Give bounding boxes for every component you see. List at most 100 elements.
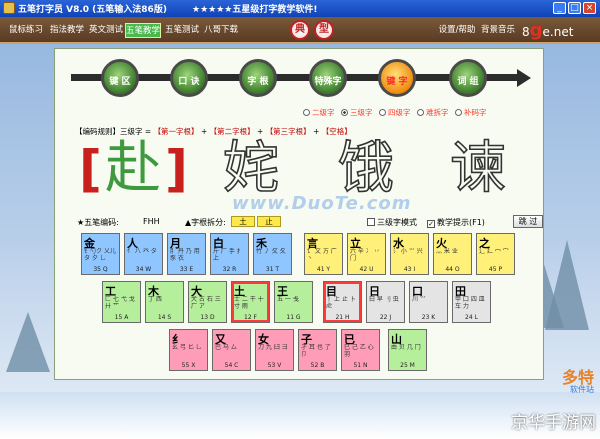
current-bracket-open: [ bbox=[79, 140, 102, 198]
key-radicals: 幺 弓 匕 乚 bbox=[172, 344, 202, 351]
nav-button-special[interactable]: 特殊字 bbox=[309, 59, 347, 97]
minimize-button[interactable]: _ bbox=[553, 2, 566, 14]
key[interactable]: 白斤 厂 手 扌 上 32 R bbox=[210, 233, 249, 275]
radio-level-2[interactable]: 二级字 bbox=[303, 107, 335, 118]
menu-wubi-teach[interactable]: 五笔教学 bbox=[125, 23, 161, 38]
key-radicals: 丨 上 止 卜 虍 bbox=[326, 296, 356, 310]
key-code: 43 I bbox=[403, 266, 416, 273]
key[interactable]: 禾竹 丿 攵 夂 31 T bbox=[253, 233, 292, 275]
radio-level-3[interactable]: 三级字 bbox=[341, 107, 373, 118]
key-radicals: 士 二 干 十 寸 雨 bbox=[234, 296, 264, 310]
key-code: 51 N bbox=[353, 362, 368, 369]
key-radicals: 氵 小 ⺌ 兴 bbox=[393, 248, 423, 255]
menu-download[interactable]: 八哥下载 bbox=[203, 23, 239, 38]
key-code: 35 Q bbox=[93, 266, 108, 273]
key-radicals: 斤 厂 手 扌 上 bbox=[213, 248, 243, 262]
key-radicals: 刀 九 臼 彐 bbox=[258, 344, 288, 351]
next-char: 饿 bbox=[337, 136, 395, 202]
key[interactable]: 日曰 早 刂 虫 22 J bbox=[366, 281, 405, 323]
radio-hard[interactable]: 难拆字 bbox=[417, 107, 449, 118]
next-char: 姹 bbox=[222, 136, 280, 202]
key-radicals: 竹 丿 攵 夂 bbox=[256, 248, 286, 255]
current-char: 赴 bbox=[105, 136, 161, 201]
key[interactable]: 木丁 西 14 S bbox=[145, 281, 184, 323]
ribbon-arrow-icon bbox=[517, 69, 531, 87]
code-value: FHH bbox=[143, 217, 160, 226]
key-radicals: 讠 文 方 广 丶 bbox=[307, 248, 337, 262]
key[interactable]: 大犬 古 石 三 厂 ア 13 D bbox=[188, 281, 227, 323]
key[interactable]: 土士 二 干 十 寸 雨 12 F bbox=[231, 281, 270, 323]
app-icon bbox=[3, 2, 15, 14]
menu-bgm[interactable]: 背景音乐 bbox=[480, 23, 516, 38]
menu-mouse-practice[interactable]: 鼠标练习 bbox=[8, 23, 44, 38]
key-radicals: 丁 西 bbox=[148, 296, 162, 303]
nav-button-mnemonic[interactable]: 口 诀 bbox=[170, 59, 208, 97]
radio-supplement[interactable]: 补码字 bbox=[455, 107, 487, 118]
key-code: 25 M bbox=[400, 362, 415, 369]
key[interactable]: 田甲 囗 四 皿 车 力 24 L bbox=[452, 281, 491, 323]
key-radicals: 六 辛 冫 丷 门 bbox=[350, 248, 380, 262]
key[interactable]: 月⺼ 丹 乃 用 豕 衣 33 E bbox=[167, 233, 206, 275]
key[interactable]: 言讠 文 方 广 丶 41 Y bbox=[304, 233, 343, 275]
maximize-button[interactable]: □ bbox=[568, 2, 581, 14]
key-radicals: 巳 己 乙 心 羽 bbox=[344, 344, 374, 358]
radical-box: 土 bbox=[231, 216, 255, 227]
key[interactable]: 又巴 马 厶 54 C bbox=[212, 329, 251, 371]
site-watermark: www.DuoTe.com bbox=[232, 193, 412, 214]
key[interactable]: 王五 一 戋 11 G bbox=[274, 281, 313, 323]
key-code: 54 C bbox=[224, 362, 239, 369]
corner-site: 京华手游网 bbox=[511, 413, 596, 433]
menu-english-test[interactable]: 英文测试 bbox=[88, 23, 124, 38]
key[interactable]: 之辶 廴 冖 宀 45 P bbox=[476, 233, 515, 275]
hint-checkbox[interactable]: ✓ 教学提示(F1) bbox=[427, 217, 485, 228]
key[interactable]: 山由 贝 几 冂 25 M bbox=[388, 329, 427, 371]
key[interactable]: 子孑 耳 也 了 卩 52 B bbox=[298, 329, 337, 371]
key-radicals: 甲 囗 四 皿 车 力 bbox=[455, 296, 485, 310]
menu-fingering[interactable]: 指法教学 bbox=[49, 23, 85, 38]
key-radicals: 五 一 戋 bbox=[277, 296, 299, 303]
radio-level-4[interactable]: 四级字 bbox=[379, 107, 411, 118]
badge-xing: 型 bbox=[314, 20, 334, 40]
key-radicals: 亻 八 癶 タ bbox=[127, 248, 157, 255]
key-code: 12 F bbox=[244, 314, 257, 321]
key[interactable]: 女刀 九 臼 彐 53 V bbox=[255, 329, 294, 371]
key[interactable]: 已巳 己 乙 心 羽 51 N bbox=[341, 329, 380, 371]
nav-button-radicals[interactable]: 字 根 bbox=[239, 59, 277, 97]
key-radicals: 巴 马 厶 bbox=[215, 344, 237, 351]
key[interactable]: 立六 辛 冫 丷 门 42 U bbox=[347, 233, 386, 275]
key[interactable]: 人亻 八 癶 タ 34 W bbox=[124, 233, 163, 275]
mode-checkbox[interactable]: 三级字模式 bbox=[367, 217, 417, 228]
info-row: ★五笔编码: FHH ▲字根拆分: 土 止 三级字模式 ✓ 教学提示(F1) 跳 … bbox=[75, 215, 543, 230]
corner-watermark: 多特 软件站 京华手游网 bbox=[504, 362, 598, 436]
key[interactable]: 火灬 米 业 44 O bbox=[433, 233, 472, 275]
menu-settings-help[interactable]: 设置/帮助 bbox=[437, 23, 477, 38]
key-code: 55 X bbox=[181, 362, 196, 369]
menu-wubi-test[interactable]: 五笔测试 bbox=[164, 23, 200, 38]
key-code: 21 H bbox=[335, 314, 350, 321]
key-radicals: 川 ⺍ bbox=[412, 296, 426, 303]
key[interactable]: 金钅勺ク 乂儿タ 夕 乚 35 Q bbox=[81, 233, 120, 275]
nav-button-keyarea[interactable]: 键 区 bbox=[101, 59, 139, 97]
key-code: 22 J bbox=[379, 314, 392, 321]
nav-button-phrase[interactable]: 词 组 bbox=[449, 59, 487, 97]
title-bar: 五笔打字员 V8.0 (五笔输入法86版) ★★★★★五星级打字教学软件! _ … bbox=[0, 0, 600, 17]
key-code: 33 E bbox=[179, 266, 194, 273]
window-slogan: ★★★★★五星级打字教学软件! bbox=[192, 5, 318, 15]
nav-button-keyword[interactable]: 键 字 bbox=[378, 59, 416, 97]
skip-button[interactable]: 跳 过 bbox=[513, 215, 543, 228]
next-char: 谏 bbox=[449, 136, 507, 202]
background-tree bbox=[545, 240, 589, 330]
code-label: ★五笔编码: bbox=[77, 218, 119, 227]
key[interactable]: 口川 ⺍ 23 K bbox=[409, 281, 448, 323]
close-button[interactable]: × bbox=[583, 2, 596, 14]
key[interactable]: 水氵 小 ⺌ 兴 43 I bbox=[390, 233, 429, 275]
key[interactable]: 纟幺 弓 匕 乚 55 X bbox=[169, 329, 208, 371]
menu-bar: 鼠标练习 指法教学 英文测试 五笔教学 五笔测试 八哥下载 典 型 设置/帮助 … bbox=[0, 17, 600, 44]
key-code: 31 T bbox=[265, 266, 280, 273]
corner-brand-sub: 软件站 bbox=[570, 385, 594, 394]
key-radicals: 孑 耳 也 了 卩 bbox=[301, 344, 331, 358]
key[interactable]: 工匚 七 弋 戈 廾 艹 15 A bbox=[102, 281, 141, 323]
key-code: 34 W bbox=[135, 266, 152, 273]
key-radicals: 犬 古 石 三 厂 ア bbox=[191, 296, 221, 310]
key[interactable]: 目丨 上 止 卜 虍 21 H bbox=[323, 281, 362, 323]
